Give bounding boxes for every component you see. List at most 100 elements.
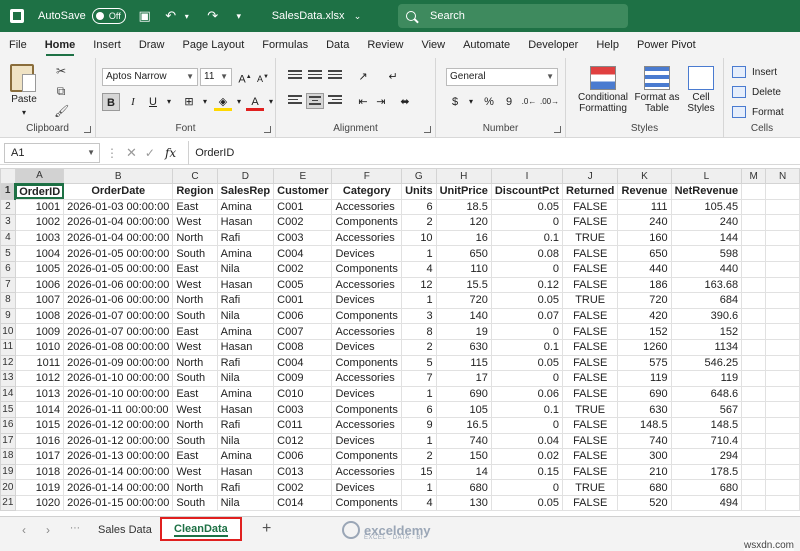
merge-center-icon[interactable]: ⬌ xyxy=(396,93,414,111)
row-header[interactable]: 12 xyxy=(0,354,16,372)
data-cell[interactable]: Devices xyxy=(331,245,403,262)
data-cell[interactable]: 150 xyxy=(435,448,492,465)
menu-tab-draw[interactable]: Draw xyxy=(130,32,174,58)
data-cell[interactable] xyxy=(741,385,767,403)
column-title-cell[interactable]: Units xyxy=(401,183,437,200)
orientation-icon[interactable]: ↗ xyxy=(354,68,372,86)
data-cell[interactable]: 0.06 xyxy=(490,385,564,403)
data-cell[interactable]: 440 xyxy=(670,260,743,278)
data-cell[interactable] xyxy=(765,370,800,387)
data-cell[interactable]: 140 xyxy=(435,307,492,325)
data-cell[interactable]: 115 xyxy=(435,354,492,372)
data-cell[interactable]: 3 xyxy=(401,307,437,325)
data-cell[interactable] xyxy=(765,260,800,278)
data-cell[interactable]: 1134 xyxy=(670,338,743,356)
data-cell[interactable]: 648.6 xyxy=(670,385,743,403)
data-cell[interactable]: West xyxy=(172,463,218,481)
data-cell[interactable]: 390.6 xyxy=(670,307,743,325)
data-cell[interactable]: TRUE xyxy=(562,401,619,418)
copy-icon[interactable]: ⧉ xyxy=(54,84,68,98)
data-cell[interactable]: 720 xyxy=(435,292,492,309)
column-header-G[interactable]: G xyxy=(401,168,437,184)
data-cell[interactable]: 690 xyxy=(617,385,672,403)
data-cell[interactable] xyxy=(741,323,767,340)
data-cell[interactable]: 1018 xyxy=(14,463,65,481)
data-cell[interactable]: Devices xyxy=(331,385,403,403)
data-cell[interactable] xyxy=(765,245,800,262)
data-cell[interactable]: C007 xyxy=(273,323,333,340)
data-cell[interactable]: 1013 xyxy=(14,385,65,403)
increase-indent-icon[interactable]: ⇥ xyxy=(372,93,390,111)
data-cell[interactable]: Accessories xyxy=(331,416,403,434)
data-cell[interactable]: South xyxy=(172,494,218,512)
data-cell[interactable]: 1008 xyxy=(14,307,65,325)
decrease-decimal-icon[interactable]: .00→ xyxy=(540,93,559,111)
data-cell[interactable]: 690 xyxy=(435,385,492,403)
data-cell[interactable]: 650 xyxy=(617,245,672,262)
formula-input[interactable]: OrderID xyxy=(188,140,800,165)
data-cell[interactable]: Amina xyxy=(216,448,275,465)
data-cell[interactable]: 2 xyxy=(401,338,437,356)
data-cell[interactable] xyxy=(741,432,767,450)
data-cell[interactable]: South xyxy=(172,307,218,325)
data-cell[interactable]: 4 xyxy=(401,260,437,278)
data-cell[interactable]: 1004 xyxy=(14,245,65,262)
column-header-B[interactable]: B xyxy=(63,168,174,184)
row-header[interactable]: 16 xyxy=(0,416,16,434)
data-cell[interactable]: Accessories xyxy=(331,323,403,340)
data-cell[interactable]: Hasan xyxy=(216,463,275,481)
font-size-select[interactable]: 11 ▼ xyxy=(200,68,232,86)
data-cell[interactable]: 148.5 xyxy=(617,416,672,434)
data-cell[interactable]: 0 xyxy=(490,479,564,496)
data-cell[interactable]: 0.05 xyxy=(490,494,564,512)
data-cell[interactable]: 1012 xyxy=(14,370,65,387)
data-cell[interactable]: Accessories xyxy=(331,198,403,216)
data-cell[interactable]: 567 xyxy=(670,401,743,418)
column-header-J[interactable]: J xyxy=(562,168,619,184)
data-cell[interactable]: 2026-01-13 00:00:00 xyxy=(63,448,174,465)
row-header[interactable]: 20 xyxy=(0,479,16,496)
data-cell[interactable]: 2026-01-03 00:00:00 xyxy=(63,198,174,216)
data-cell[interactable]: 15 xyxy=(401,463,437,481)
data-cell[interactable]: 1009 xyxy=(14,323,65,340)
data-cell[interactable] xyxy=(765,307,800,325)
column-header-N[interactable]: N xyxy=(765,168,800,184)
row-header[interactable]: 14 xyxy=(0,385,16,403)
delete-cells-button[interactable]: Delete xyxy=(732,86,781,98)
data-cell[interactable]: TRUE xyxy=(562,229,619,247)
data-cell[interactable] xyxy=(741,260,767,278)
data-cell[interactable]: C014 xyxy=(273,494,333,512)
data-cell[interactable]: 1020 xyxy=(14,494,65,512)
column-title-cell[interactable] xyxy=(741,183,767,200)
menu-tab-developer[interactable]: Developer xyxy=(519,32,587,58)
data-cell[interactable]: Devices xyxy=(331,432,403,450)
data-cell[interactable] xyxy=(741,338,767,356)
data-cell[interactable]: 110 xyxy=(435,260,492,278)
data-cell[interactable]: 144 xyxy=(670,229,743,247)
data-cell[interactable] xyxy=(765,479,800,496)
data-cell[interactable]: 240 xyxy=(670,214,743,231)
data-cell[interactable]: C013 xyxy=(273,463,333,481)
data-cell[interactable]: 720 xyxy=(617,292,672,309)
data-cell[interactable]: 210 xyxy=(617,463,672,481)
data-cell[interactable] xyxy=(765,292,800,309)
data-cell[interactable]: 0.02 xyxy=(490,448,564,465)
data-cell[interactable] xyxy=(741,292,767,309)
data-cell[interactable]: 0.1 xyxy=(490,338,564,356)
data-cell[interactable]: 575 xyxy=(617,354,672,372)
data-cell[interactable]: 0.07 xyxy=(490,307,564,325)
data-cell[interactable]: 680 xyxy=(617,479,672,496)
data-cell[interactable]: 119 xyxy=(670,370,743,387)
data-cell[interactable] xyxy=(765,416,800,434)
data-cell[interactable]: 1016 xyxy=(14,432,65,450)
row-header[interactable]: 4 xyxy=(0,229,16,247)
data-cell[interactable]: North xyxy=(172,292,218,309)
undo-dropdown-icon[interactable]: ▾ xyxy=(180,12,194,21)
column-header-K[interactable]: K xyxy=(617,168,672,184)
data-cell[interactable]: East xyxy=(172,448,218,465)
row-header[interactable]: 3 xyxy=(0,214,16,231)
data-cell[interactable]: 2026-01-12 00:00:00 xyxy=(63,416,174,434)
percent-button[interactable]: % xyxy=(480,93,498,111)
column-header-L[interactable]: L xyxy=(670,168,743,184)
data-cell[interactable] xyxy=(765,463,800,481)
